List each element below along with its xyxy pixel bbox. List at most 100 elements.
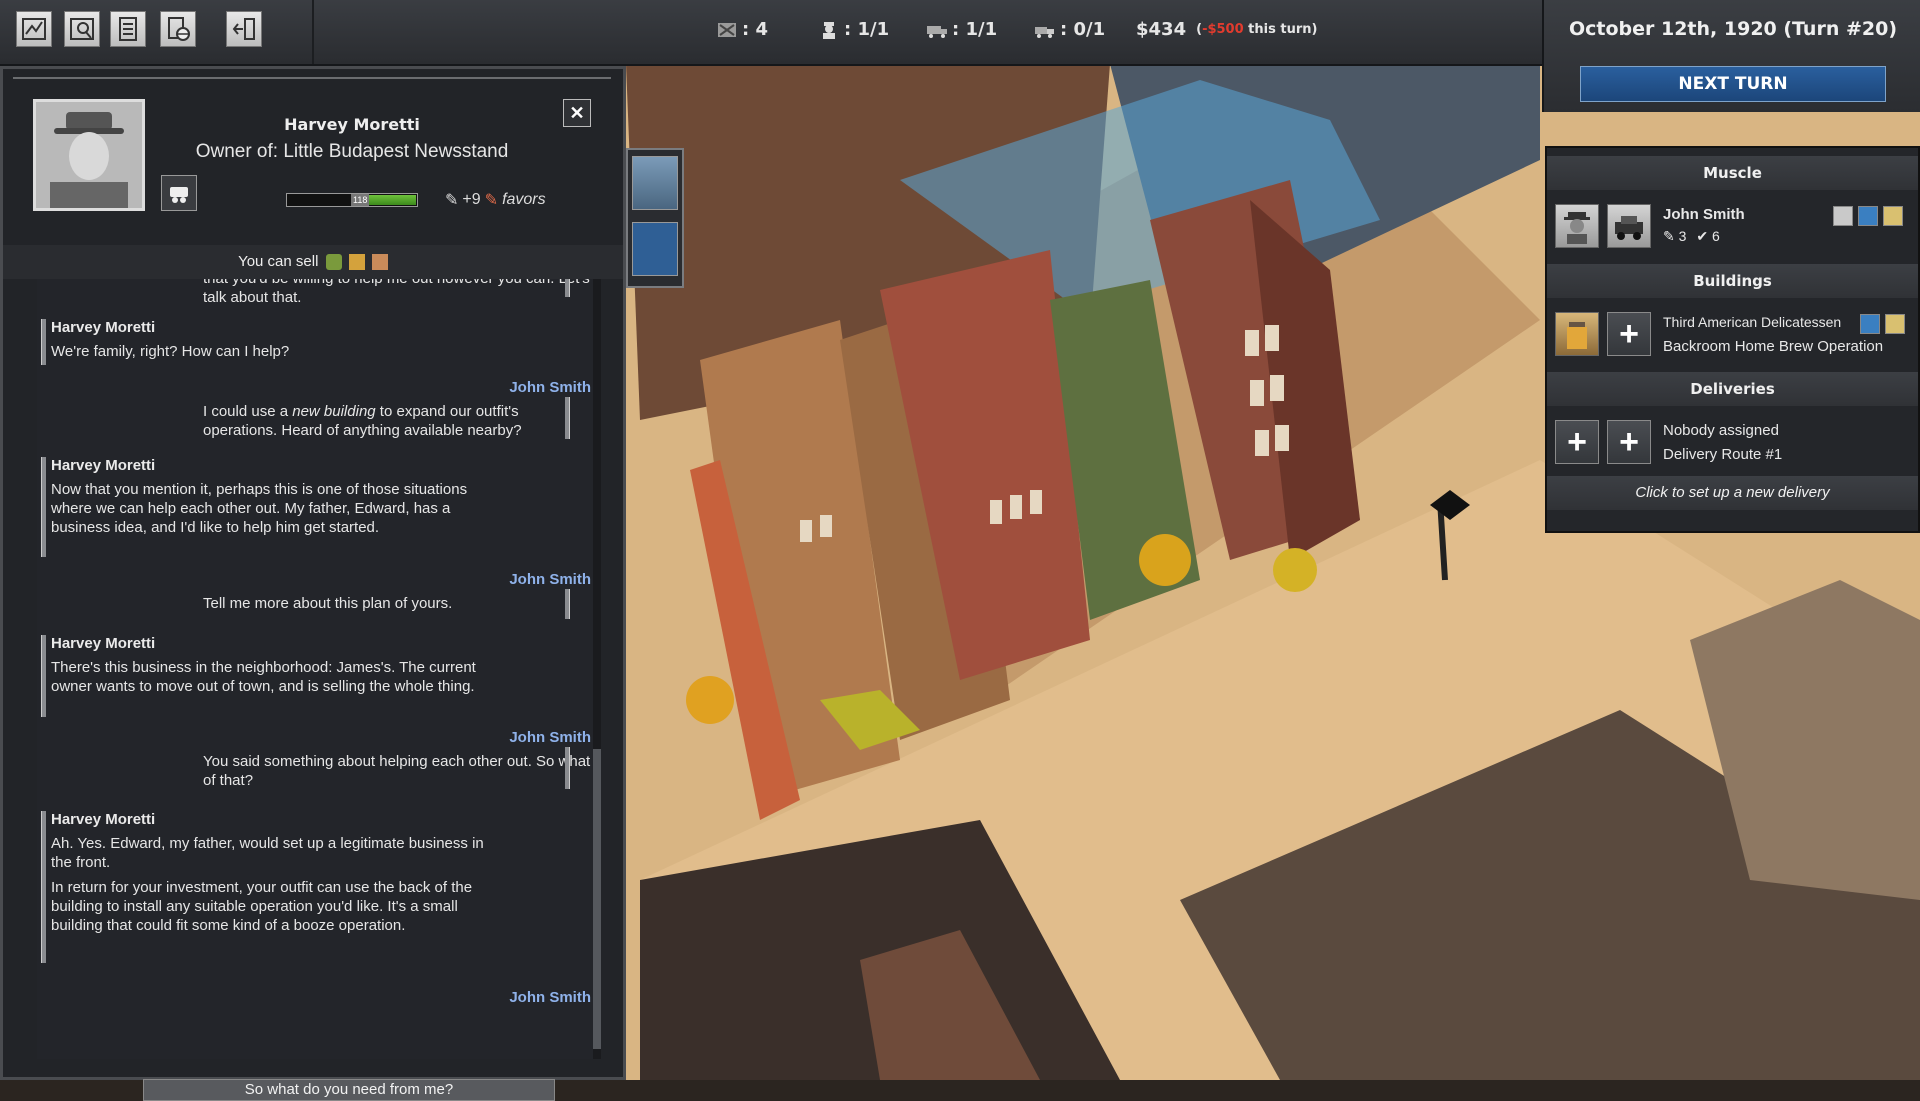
message-bracket bbox=[41, 811, 46, 963]
message-bracket bbox=[565, 279, 570, 297]
message-text: Ah. Yes. Edward, my father, would set up… bbox=[51, 835, 484, 871]
toolbar-divider bbox=[312, 0, 314, 64]
chat-message: Harvey Moretti Now that you mention it, … bbox=[51, 457, 481, 537]
gangster-count: : 1/1 bbox=[844, 19, 890, 40]
pin-icon[interactable] bbox=[1883, 206, 1903, 226]
delivery-truck-icon bbox=[1035, 26, 1054, 38]
building-name: Third American Delicatessen bbox=[1663, 314, 1842, 330]
exit-button[interactable] bbox=[226, 11, 262, 47]
chat-message: Harvey Moretti Ah. Yes. Edward, my fathe… bbox=[51, 811, 491, 935]
scrollbar-thumb[interactable] bbox=[593, 749, 601, 1049]
message-text: In return for your investment, your outf… bbox=[51, 879, 473, 934]
muscle-stat-2: 6 bbox=[1711, 228, 1720, 244]
new-delivery-button[interactable]: Click to set up a new delivery bbox=[1547, 476, 1918, 510]
message-text-emphasis: new building bbox=[292, 403, 376, 420]
message-text: that you'd be willing to help me out how… bbox=[203, 279, 590, 306]
crossed-tools-icon[interactable] bbox=[1858, 206, 1878, 226]
conversation-panel: Harvey Moretti Owner of: Little Budapest… bbox=[0, 66, 626, 1101]
favors-counter: ✎ +9 ✎ favors bbox=[445, 190, 546, 210]
chat-message: that you'd be willing to help me out how… bbox=[203, 279, 591, 307]
muscle-name: John Smith bbox=[1663, 206, 1745, 223]
muscle-vehicle[interactable] bbox=[1607, 204, 1651, 248]
knife-icon: ✎ bbox=[1663, 228, 1675, 244]
message-speaker: John Smith bbox=[509, 571, 591, 588]
conversation-log[interactable]: that you'd be willing to help me out how… bbox=[37, 279, 593, 1059]
building-thumbnail[interactable] bbox=[1555, 312, 1599, 356]
message-bracket bbox=[565, 589, 570, 619]
territory-count: : 4 bbox=[742, 19, 768, 40]
document-globe-button[interactable] bbox=[160, 11, 196, 47]
rail-portrait-harvey[interactable] bbox=[632, 156, 678, 210]
truck-icon bbox=[927, 25, 947, 38]
message-speaker: Harvey Moretti bbox=[51, 811, 156, 828]
map-search-button[interactable] bbox=[64, 11, 100, 47]
city-map-button[interactable] bbox=[16, 11, 52, 47]
money-note-close: this turn) bbox=[1243, 22, 1318, 37]
crate-icon bbox=[371, 254, 388, 271]
current-date: October 12th, 1920 (Turn #20) bbox=[1568, 18, 1898, 40]
gangster-portrait-icon bbox=[1564, 212, 1590, 244]
assign-vehicle-button[interactable]: + bbox=[1607, 420, 1651, 464]
message-bracket bbox=[565, 397, 570, 439]
jar-icon bbox=[1567, 322, 1587, 349]
top-bar: : 4 : 1/1 : 1/1 : 0/1 $434 (-$500 this t… bbox=[0, 0, 1542, 66]
chat-message: Harvey Moretti We're family, right? How … bbox=[51, 319, 591, 361]
message-text: There's this business in the neighborhoo… bbox=[51, 659, 476, 695]
deliveries-header: Deliveries bbox=[1547, 372, 1918, 406]
money-value: $434 bbox=[1136, 19, 1187, 40]
muscle-stats: ✎ 3 ✔ 6 bbox=[1663, 228, 1720, 245]
reply-option-button[interactable]: So what do you need from me? bbox=[143, 1079, 555, 1101]
delivery-stat: : 0/1 bbox=[1034, 19, 1105, 40]
assign-driver-button[interactable]: + bbox=[1555, 420, 1599, 464]
territory-flag-icon bbox=[718, 22, 736, 37]
document-globe-icon bbox=[168, 17, 190, 41]
npc-name: Harvey Moretti bbox=[284, 115, 420, 134]
conversation-scrollbar[interactable] bbox=[593, 279, 601, 1059]
npc-portrait-icon bbox=[36, 102, 142, 208]
car-icon bbox=[1615, 216, 1643, 240]
gangster-stat: : 1/1 bbox=[818, 19, 889, 40]
add-operation-button[interactable]: + bbox=[1607, 312, 1651, 356]
npc-portrait bbox=[33, 99, 145, 211]
gangster-icon bbox=[823, 21, 835, 39]
map-search-icon bbox=[70, 18, 94, 40]
close-button[interactable]: ✕ bbox=[563, 99, 591, 127]
operations-panel: Muscle John Smith ✎ 3 ✔ 6 Buildings + Th… bbox=[1545, 146, 1920, 533]
sell-label: You can sell bbox=[238, 253, 319, 270]
favors-label: favors bbox=[502, 191, 546, 208]
pin-icon[interactable] bbox=[1885, 314, 1905, 334]
next-turn-button[interactable]: NEXT TURN bbox=[1580, 66, 1886, 102]
delivery-count: : 0/1 bbox=[1060, 19, 1106, 40]
message-speaker: John Smith bbox=[509, 729, 591, 746]
message-speaker: John Smith bbox=[509, 989, 591, 1006]
relationship-value: 118 bbox=[351, 194, 370, 206]
message-bracket bbox=[41, 319, 46, 365]
muscle-portrait[interactable] bbox=[1555, 204, 1599, 248]
panel-top-rule bbox=[13, 77, 611, 79]
knife-icon: ✎ bbox=[445, 192, 459, 209]
message-speaker: John Smith bbox=[509, 379, 591, 396]
rail-crossed-tools-icon[interactable] bbox=[632, 222, 678, 276]
crossed-tools-icon[interactable] bbox=[1860, 314, 1880, 334]
gift-button[interactable] bbox=[161, 175, 197, 211]
exit-icon bbox=[232, 18, 255, 40]
message-bracket bbox=[565, 747, 570, 789]
gift-icon[interactable] bbox=[1833, 206, 1853, 226]
sellable-goods-row: You can sell bbox=[3, 245, 623, 279]
muscle-header: Muscle bbox=[1547, 156, 1918, 190]
delivery-assignee: Nobody assigned bbox=[1663, 422, 1779, 439]
ledger-button[interactable] bbox=[110, 11, 146, 47]
message-text: Tell me more about this plan of yours. bbox=[203, 595, 453, 612]
territory-stat: : 4 bbox=[716, 19, 768, 40]
message-text: I could use a new building to expand our… bbox=[203, 402, 591, 440]
favor-token-icon: ✎ bbox=[484, 192, 499, 209]
character-rail bbox=[626, 148, 684, 288]
ledger-icon bbox=[119, 17, 137, 41]
money-stat: $434 (-$500 this turn) bbox=[1136, 19, 1317, 40]
message-speaker: Harvey Moretti bbox=[51, 457, 156, 474]
money-delta: -$500 bbox=[1202, 22, 1244, 37]
message-text: We're family, right? How can I help? bbox=[51, 343, 290, 360]
message-speaker: Harvey Moretti bbox=[51, 319, 156, 336]
pistol-icon: ✔ bbox=[1696, 228, 1709, 244]
message-bracket bbox=[41, 457, 46, 557]
